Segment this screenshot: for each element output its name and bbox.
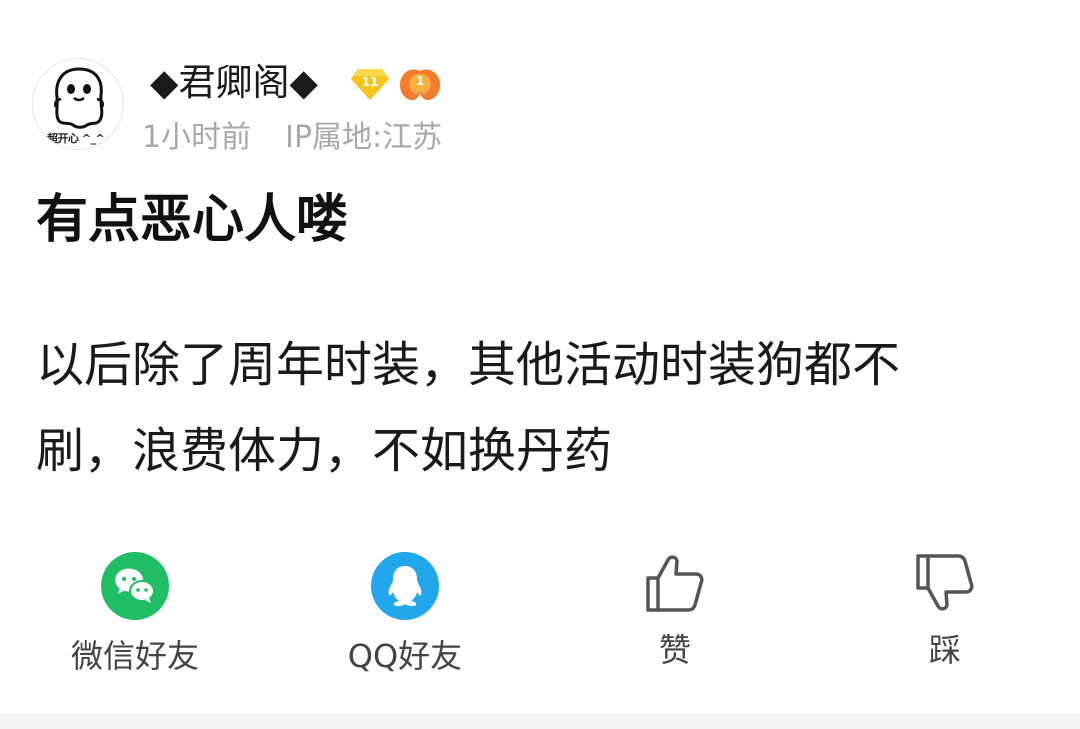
- avatar-caption: 超开心 ^_^: [47, 132, 105, 145]
- medal-number: 1: [415, 74, 425, 88]
- author-name[interactable]: ◆君卿阁◆: [150, 60, 318, 106]
- wechat-icon: [101, 552, 169, 620]
- like-button[interactable]: 赞: [575, 552, 775, 670]
- ip-location: IP属地:江苏: [285, 120, 443, 155]
- post-meta: 1小时前 IP属地:江苏: [142, 118, 442, 158]
- level-badge: 11: [350, 67, 390, 101]
- share-wechat-label: 微信好友: [70, 637, 199, 675]
- bottom-divider: [0, 714, 1080, 729]
- dislike-button[interactable]: 踩: [845, 552, 1045, 670]
- share-wechat-button[interactable]: 微信好友: [35, 552, 235, 676]
- post-body: 以后除了周年时装，其他活动时装狗都不 刷，浪费体力，不如换丹药: [36, 322, 996, 494]
- dislike-label: 踩: [928, 631, 961, 669]
- thumbs-down-icon: [916, 554, 974, 611]
- post-title: 有点恶心人喽: [36, 190, 349, 250]
- medal-badge: 1: [398, 65, 442, 103]
- like-label: 赞: [658, 631, 691, 669]
- qq-icon: [371, 552, 439, 620]
- post-body-line: 以后除了周年时装，其他活动时装狗都不: [36, 337, 901, 393]
- share-qq-button[interactable]: QQ好友: [305, 552, 505, 676]
- level-number: 11: [361, 75, 379, 89]
- ghost-avatar-icon: [53, 67, 105, 129]
- avatar[interactable]: 超开心 ^_^: [32, 58, 124, 150]
- post-body-line: 刷，浪费体力，不如换丹药: [36, 423, 613, 479]
- share-qq-label: QQ好友: [347, 637, 463, 675]
- thumbs-up-icon: [646, 555, 704, 612]
- post-time: 1小时前: [142, 120, 252, 155]
